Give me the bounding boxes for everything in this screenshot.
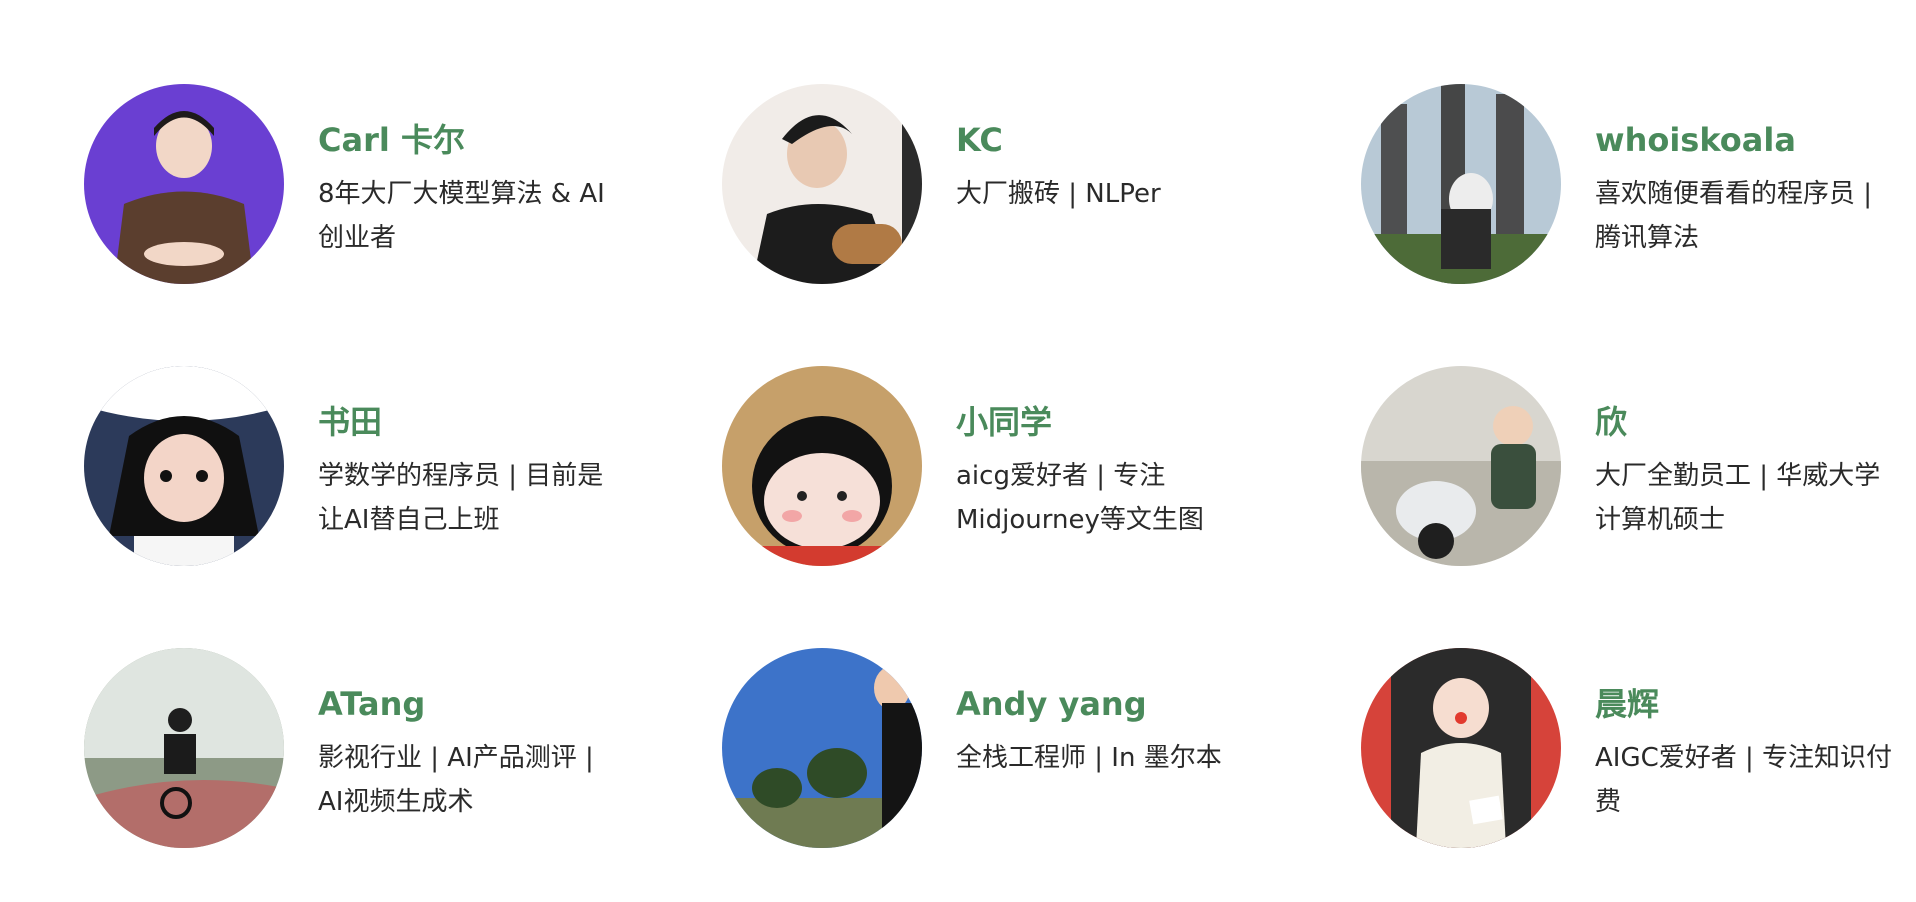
avatar-image (1361, 366, 1561, 566)
avatar[interactable] (84, 366, 284, 566)
member-card[interactable]: Carl 卡尔 8年大厂大模型算法 & AI创业者 (84, 84, 644, 284)
member-card[interactable]: whoiskoala 喜欢随便看看的程序员 | 腾讯算法 (1361, 84, 1916, 284)
avatar-image (1361, 648, 1561, 848)
avatar[interactable] (722, 648, 922, 848)
avatar-image (84, 84, 284, 284)
member-bio: 学数学的程序员 | 目前是让AI替自己上班 (318, 461, 604, 535)
member-name: Andy yang (956, 685, 1147, 723)
member-name: ATang (318, 685, 426, 723)
member-name: Carl 卡尔 (318, 121, 465, 159)
member-card[interactable]: KC 大厂搬砖 | NLPer (722, 84, 1282, 284)
member-bio: aicg爱好者 | 专注Midjourney等文生图 (956, 461, 1204, 535)
member-name: 欣 (1595, 403, 1628, 441)
member-grid: Carl 卡尔 8年大厂大模型算法 & AI创业者 KC 大厂搬砖 | NLPe… (0, 0, 1916, 902)
member-bio: 大厂全勤员工 | 华威大学计算机硕士 (1595, 461, 1881, 535)
member-bio: 全栈工程师 | In 墨尔本 (956, 743, 1222, 773)
avatar-image (722, 648, 922, 848)
avatar-image (84, 366, 284, 566)
member-name: KC (956, 121, 1003, 159)
avatar-image (1361, 84, 1561, 284)
avatar[interactable] (722, 84, 922, 284)
avatar[interactable] (1361, 84, 1561, 284)
member-bio: 影视行业 | AI产品测评 | AI视频生成术 (318, 743, 594, 817)
avatar[interactable] (84, 84, 284, 284)
member-bio: AIGC爱好者 | 专注知识付费 (1595, 743, 1893, 817)
member-card[interactable]: 书田 学数学的程序员 | 目前是让AI替自己上班 (84, 366, 644, 566)
member-bio: 喜欢随便看看的程序员 | 腾讯算法 (1595, 179, 1873, 253)
member-card[interactable]: Andy yang 全栈工程师 | In 墨尔本 (722, 648, 1282, 848)
avatar[interactable] (722, 366, 922, 566)
member-card[interactable]: ATang 影视行业 | AI产品测评 | AI视频生成术 (84, 648, 644, 848)
avatar-image (84, 648, 284, 848)
member-bio: 8年大厂大模型算法 & AI创业者 (318, 179, 605, 253)
avatar-image (722, 366, 922, 566)
avatar[interactable] (1361, 366, 1561, 566)
avatar[interactable] (1361, 648, 1561, 848)
member-card[interactable]: 晨辉 AIGC爱好者 | 专注知识付费 (1361, 648, 1916, 848)
avatar-image (722, 84, 922, 284)
member-name: 书田 (318, 403, 383, 441)
member-name: 小同学 (956, 403, 1053, 441)
member-bio: 大厂搬砖 | NLPer (956, 179, 1161, 209)
member-card[interactable]: 小同学 aicg爱好者 | 专注Midjourney等文生图 (722, 366, 1282, 566)
member-name: 晨辉 (1595, 685, 1660, 723)
avatar[interactable] (84, 648, 284, 848)
member-card[interactable]: 欣 大厂全勤员工 | 华威大学计算机硕士 (1361, 366, 1916, 566)
member-name: whoiskoala (1595, 121, 1796, 159)
